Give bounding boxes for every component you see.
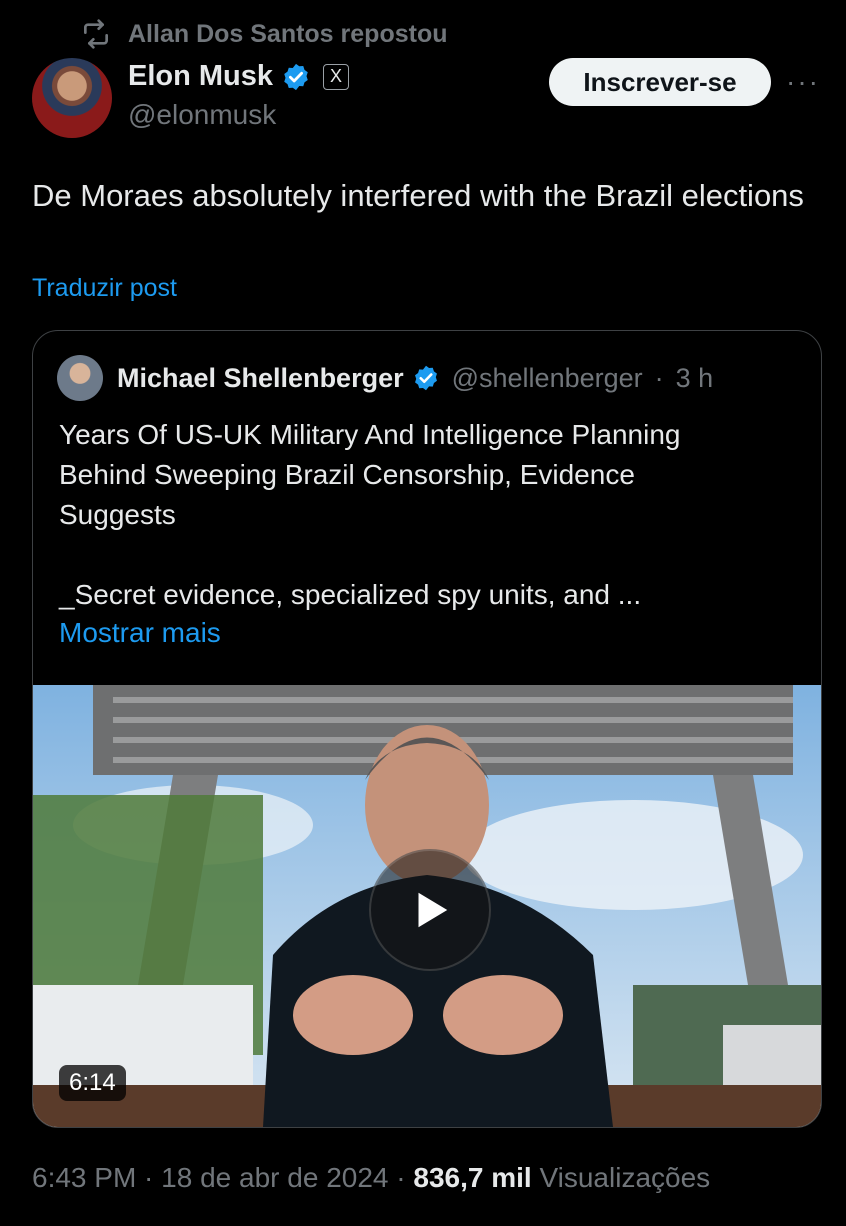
repost-icon <box>84 19 108 49</box>
video-duration: 6:14 <box>59 1065 126 1101</box>
post-time[interactable]: 6:43 PM <box>32 1162 136 1193</box>
more-options-icon[interactable]: ··· <box>786 66 820 98</box>
quoted-text-line: Years Of US-UK Military And Intelligence… <box>59 419 681 450</box>
post-meta: 6:43 PM · 18 de abr de 2024 · 836,7 mil … <box>32 1162 710 1194</box>
verified-icon <box>284 63 308 90</box>
author-avatar[interactable] <box>32 58 112 138</box>
separator-dot: · <box>136 1162 162 1193</box>
views-count[interactable]: 836,7 mil <box>413 1162 531 1193</box>
repost-text: Allan Dos Santos repostou <box>128 19 448 48</box>
quoted-author-handle[interactable]: @shellenberger <box>452 363 643 394</box>
quoted-post-text: Years Of US-UK Military And Intelligence… <box>59 415 779 615</box>
quoted-author-avatar[interactable] <box>57 355 103 401</box>
video-player[interactable]: 6:14 <box>33 685 821 1127</box>
views-label: Visualizações <box>539 1162 711 1193</box>
translate-post-link[interactable]: Traduzir post <box>32 274 177 303</box>
separator-dot: · <box>654 362 664 393</box>
quoted-post-time[interactable]: 3 h <box>676 363 714 394</box>
author-name[interactable]: Elon Musk <box>128 60 273 93</box>
quoted-post[interactable]: Michael Shellenberger @shellenberger · 3… <box>32 330 822 1128</box>
quoted-text-line: _Secret evidence, specialized spy units,… <box>59 579 642 610</box>
author-block: Elon Musk X @elonmusk <box>128 60 350 131</box>
subscribe-button[interactable]: Inscrever-se <box>549 58 771 106</box>
show-more-link[interactable]: Mostrar mais <box>59 617 221 649</box>
verified-icon <box>414 365 437 391</box>
post-date[interactable]: 18 de abr de 2024 <box>161 1162 388 1193</box>
quoted-text-line: Suggests <box>59 499 176 530</box>
quoted-text-line <box>59 535 779 575</box>
author-handle[interactable]: @elonmusk <box>128 99 349 131</box>
play-icon <box>418 892 448 928</box>
x-affiliation-icon[interactable]: X <box>323 63 350 90</box>
quoted-post-header: Michael Shellenberger @shellenberger · 3… <box>57 355 713 401</box>
repost-indicator[interactable]: Allan Dos Santos repostou <box>80 18 447 50</box>
play-button[interactable] <box>369 849 491 971</box>
separator-dot: · <box>388 1162 414 1193</box>
quoted-author-name[interactable]: Michael Shellenberger <box>117 363 404 394</box>
quoted-text-line: Behind Sweeping Brazil Censorship, Evide… <box>59 459 635 490</box>
post-text: De Moraes absolutely interfered with the… <box>32 178 804 213</box>
